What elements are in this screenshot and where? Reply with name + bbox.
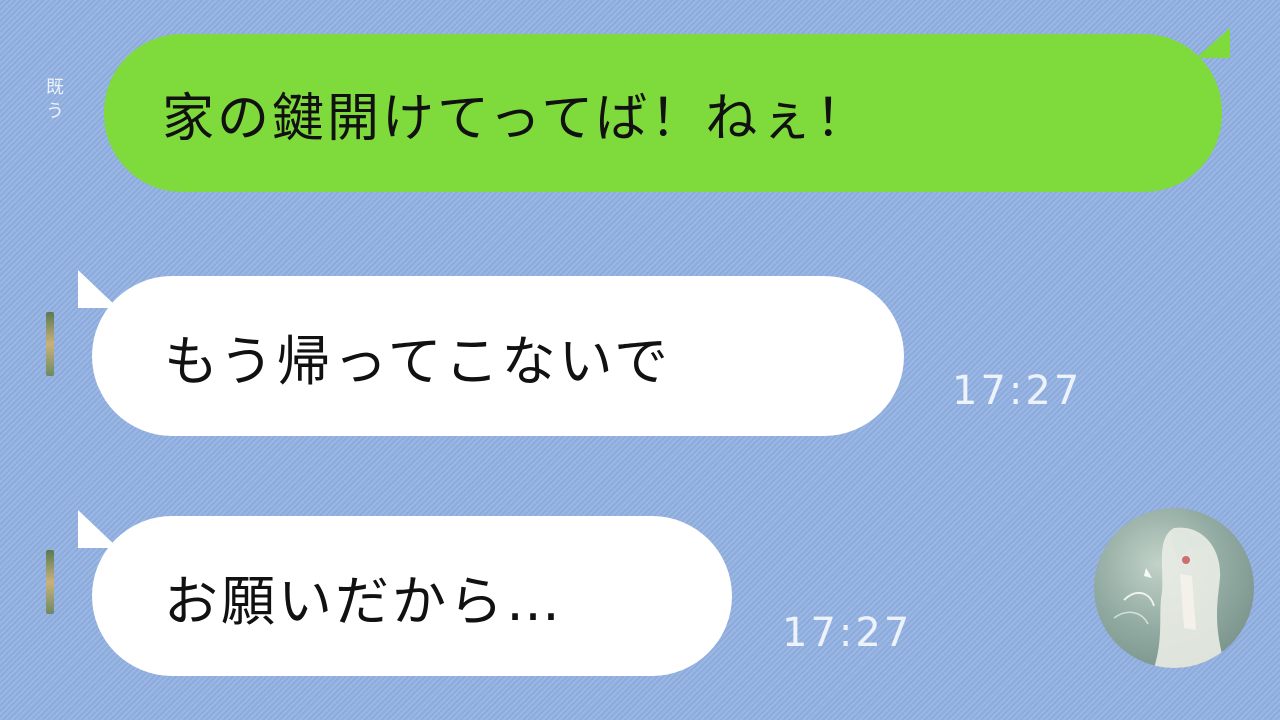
- contact-avatar-partial: [46, 312, 54, 376]
- received-message-text: もう帰ってこないで: [164, 329, 672, 393]
- message-timestamp: 17:27: [782, 610, 913, 656]
- sent-message-bubble[interactable]: 家の鍵開けてってば！ねぇ！: [104, 34, 1222, 192]
- sent-message-text: 家の鍵開けてってば！ねぇ！: [162, 88, 871, 149]
- received-message-text: お願いだから…: [164, 569, 563, 633]
- received-message-bubble[interactable]: お願いだから…: [92, 516, 732, 676]
- received-message-bubble[interactable]: もう帰ってこないで: [92, 276, 904, 436]
- contact-avatar-partial: [46, 550, 54, 614]
- contact-avatar-icon[interactable]: [1094, 508, 1254, 668]
- avatar-illustration: [1113, 527, 1226, 668]
- read-status-fragment: 既 う: [46, 77, 64, 122]
- message-timestamp: 17:27: [952, 368, 1083, 414]
- sent-bubble-tail: [1196, 28, 1230, 58]
